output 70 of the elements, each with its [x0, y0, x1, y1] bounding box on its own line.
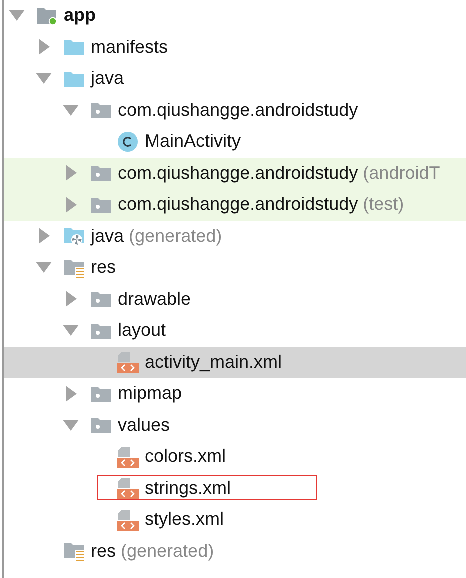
expand-arrow-icon[interactable] [38, 39, 50, 56]
tree-row[interactable]: res [4, 252, 466, 284]
tree-item-note: (test) [363, 194, 404, 216]
expand-arrow-icon[interactable] [66, 386, 76, 402]
tree-item-label: app [64, 5, 96, 26]
tree-item-label: com.qiushangge.androidstudy [118, 100, 358, 121]
tree-row[interactable]: values [4, 410, 466, 441]
resource-folder-icon [63, 541, 85, 562]
tree-item-label: java [91, 68, 124, 90]
package-folder-icon [90, 164, 112, 182]
xml-file-icon [117, 351, 139, 374]
tree-item-label: values [118, 414, 170, 436]
tree-item-label: layout [118, 320, 166, 342]
tree-item-label: com.qiushangge.androidstudy [118, 162, 358, 184]
resource-folder-icon [63, 258, 85, 278]
tree-item-label: res [91, 540, 116, 562]
tree-item-label: res [91, 257, 116, 278]
tree-item-note: (androidT [363, 162, 440, 184]
tree-row[interactable]: MainActivity [4, 126, 466, 158]
xml-file-icon [117, 508, 139, 531]
tree-row[interactable]: com.qiushangge.androidstudy (androidT [4, 158, 466, 189]
tree-item-label: MainActivity [145, 131, 242, 152]
folder-icon [63, 70, 85, 88]
tree-row[interactable]: styles.xml [4, 504, 466, 536]
generated-folder-icon [63, 226, 85, 246]
tree-row[interactable]: drawable [4, 284, 466, 315]
package-folder-icon [90, 416, 112, 434]
tree-item-label: manifests [91, 36, 168, 58]
xml-file-icon [117, 446, 139, 468]
tree-item-label: styles.xml [145, 509, 224, 530]
expand-arrow-icon[interactable] [36, 262, 52, 274]
tree-row[interactable]: res (generated) [4, 536, 466, 567]
package-folder-icon [90, 196, 112, 214]
tree-row[interactable]: mipmap [4, 378, 466, 410]
expand-arrow-icon[interactable] [63, 325, 79, 336]
expand-arrow-icon[interactable] [38, 228, 50, 244]
tree-row[interactable]: com.qiushangge.androidstudy (test) [4, 189, 466, 220]
tree-item-label: drawable [118, 288, 192, 310]
tree-row[interactable]: com.qiushangge.androidstudy [4, 94, 466, 126]
folder-icon [63, 38, 85, 56]
expand-arrow-icon[interactable] [66, 291, 76, 308]
tree-row[interactable]: activity_main.xml [4, 346, 466, 378]
tree-row[interactable]: java (generated) [4, 220, 466, 252]
expand-arrow-icon[interactable] [36, 73, 52, 84]
package-folder-icon [90, 322, 112, 340]
tree-item-label: java [91, 226, 124, 247]
package-folder-icon [90, 101, 112, 120]
tree-row[interactable]: layout [4, 315, 466, 346]
tree-item-note: (generated) [121, 540, 214, 562]
module-folder-icon [36, 6, 58, 26]
tree-row[interactable]: strings.xml [4, 472, 466, 504]
tree-row[interactable]: colors.xml [4, 441, 466, 472]
expand-arrow-icon[interactable] [63, 420, 79, 431]
tree-item-label: com.qiushangge.androidstudy [118, 194, 358, 216]
tree-row[interactable]: manifests [4, 32, 466, 63]
tree-item-label: colors.xml [145, 446, 226, 468]
package-folder-icon [90, 384, 112, 403]
expand-arrow-icon[interactable] [63, 104, 79, 116]
xml-file-icon [117, 477, 139, 500]
tree-item-note: (generated) [129, 226, 222, 247]
expand-arrow-icon[interactable] [9, 10, 25, 22]
tree-item-label: strings.xml [145, 478, 232, 499]
tree-item-label: activity_main.xml [145, 352, 282, 373]
expand-arrow-icon[interactable] [66, 196, 76, 213]
tree-row[interactable]: app [4, 0, 466, 32]
package-folder-icon [90, 290, 112, 308]
class-icon [117, 130, 139, 153]
expand-arrow-icon[interactable] [66, 165, 76, 182]
tree-item-label: mipmap [118, 383, 182, 404]
tree-row[interactable]: java [4, 63, 466, 94]
